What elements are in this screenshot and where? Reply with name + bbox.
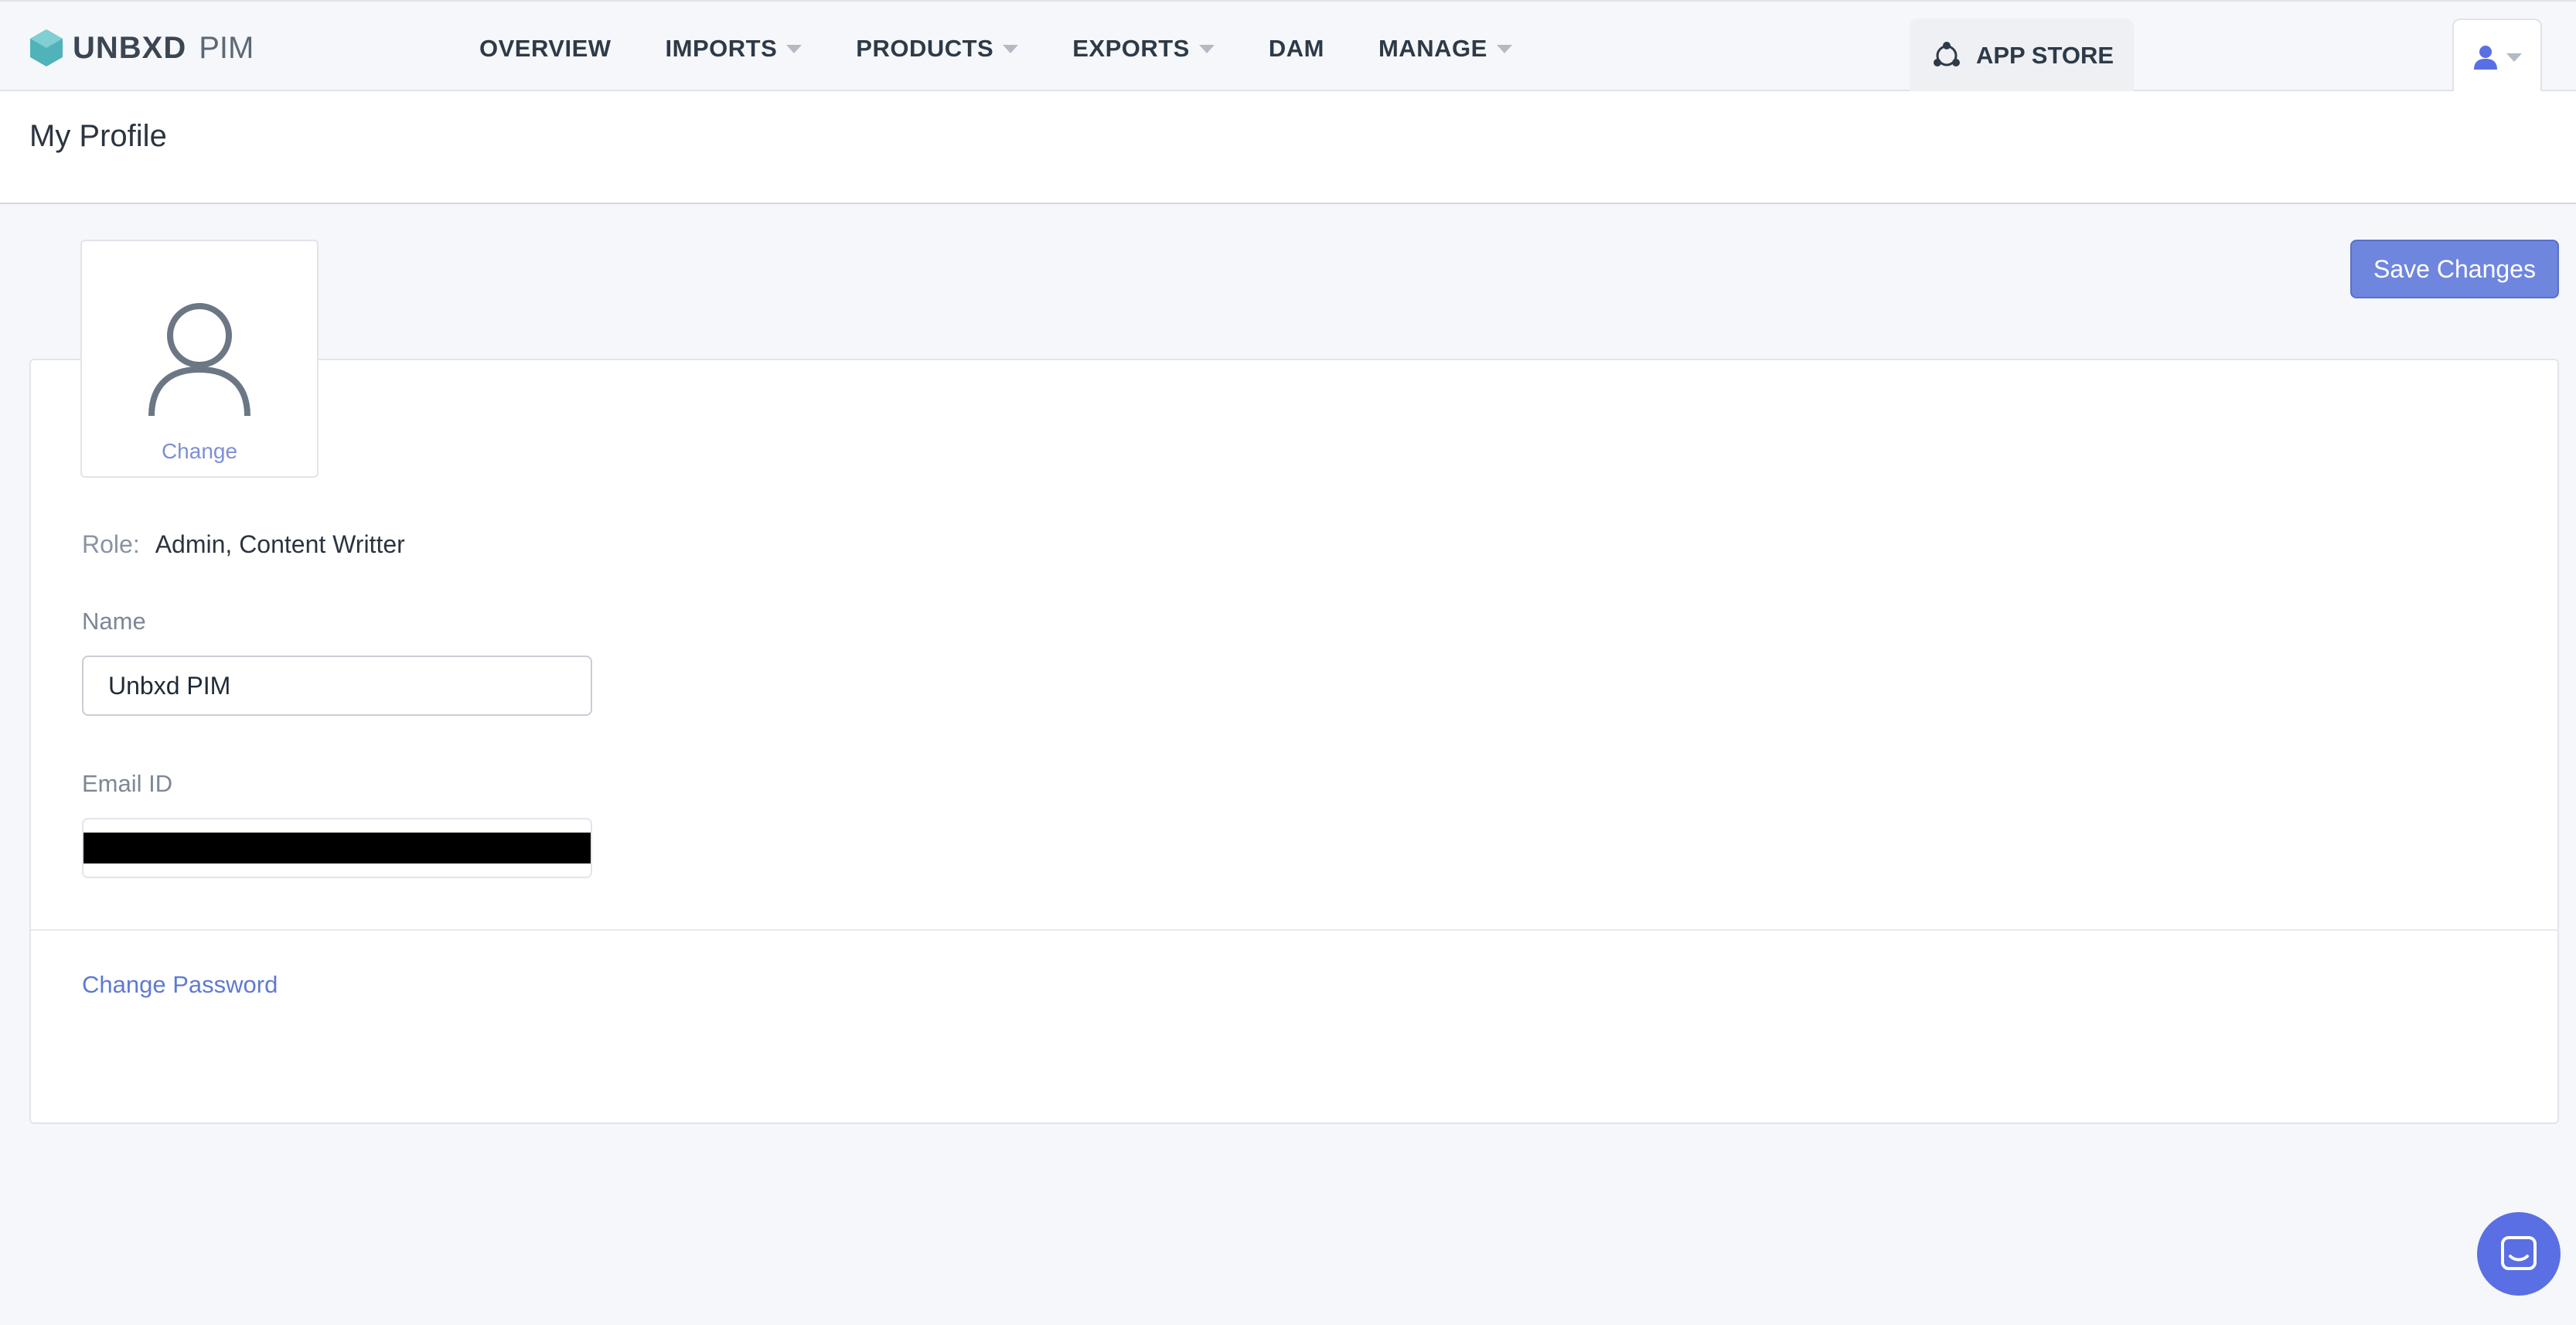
top-navigation: UNBXD PIM OVERVIEW IMPORTS PRODUCTS EXPO… (0, 0, 2576, 94)
chat-launcher-button[interactable] (2477, 1212, 2561, 1296)
nav-exports[interactable]: EXPORTS (1072, 35, 1215, 63)
avatar[interactable]: Change (80, 240, 319, 478)
user-menu-button[interactable] (2452, 19, 2542, 94)
change-password-link[interactable]: Change Password (82, 971, 278, 999)
user-icon (2474, 46, 2497, 70)
logo-product-text: PIM (199, 30, 254, 65)
chat-icon (2501, 1236, 2537, 1270)
chevron-down-icon (786, 44, 802, 53)
main-nav: OVERVIEW IMPORTS PRODUCTS EXPORTS DAM MA… (479, 29, 1566, 68)
role-label: Role: (82, 530, 140, 558)
chevron-down-icon (2506, 53, 2522, 62)
nav-label: MANAGE (1378, 35, 1487, 62)
chevron-down-icon (1003, 44, 1019, 53)
logo-hexagon-icon (30, 29, 63, 66)
nav-imports[interactable]: IMPORTS (666, 35, 802, 63)
nav-dam[interactable]: DAM (1269, 35, 1324, 63)
nav-label: OVERVIEW (479, 35, 612, 62)
nav-products[interactable]: PRODUCTS (856, 35, 1019, 63)
section-divider (31, 929, 2559, 931)
nav-overview[interactable]: OVERVIEW (479, 35, 612, 63)
email-label: Email ID (82, 770, 173, 797)
logo-brand-text: UNBXD (73, 30, 187, 65)
email-field[interactable] (82, 818, 592, 878)
change-avatar-link[interactable]: Change (82, 439, 317, 464)
page-header: My Profile (0, 91, 2576, 204)
role-value: Admin, Content Writter (155, 530, 405, 558)
chevron-down-icon (1198, 44, 1215, 53)
nav-label: EXPORTS (1072, 35, 1190, 62)
page-title: My Profile (29, 119, 167, 153)
nav-label: IMPORTS (665, 35, 778, 62)
save-changes-button[interactable]: Save Changes (2350, 240, 2559, 298)
nav-label: PRODUCTS (856, 35, 994, 62)
name-label: Name (82, 608, 146, 635)
app-store-button[interactable]: APP STORE (1910, 19, 2134, 93)
logo[interactable]: UNBXD PIM (28, 28, 254, 68)
nav-manage[interactable]: MANAGE (1378, 35, 1512, 63)
profile-card (29, 359, 2559, 1124)
app-store-label: APP STORE (1975, 42, 2114, 69)
name-field[interactable] (82, 656, 592, 716)
nav-label: DAM (1268, 35, 1324, 62)
chevron-down-icon (1496, 44, 1512, 53)
role-row: Role: Admin, Content Writter (82, 530, 405, 559)
app-store-icon (1933, 42, 1960, 66)
redacted-email-value (83, 833, 591, 863)
user-avatar-icon (148, 303, 250, 417)
